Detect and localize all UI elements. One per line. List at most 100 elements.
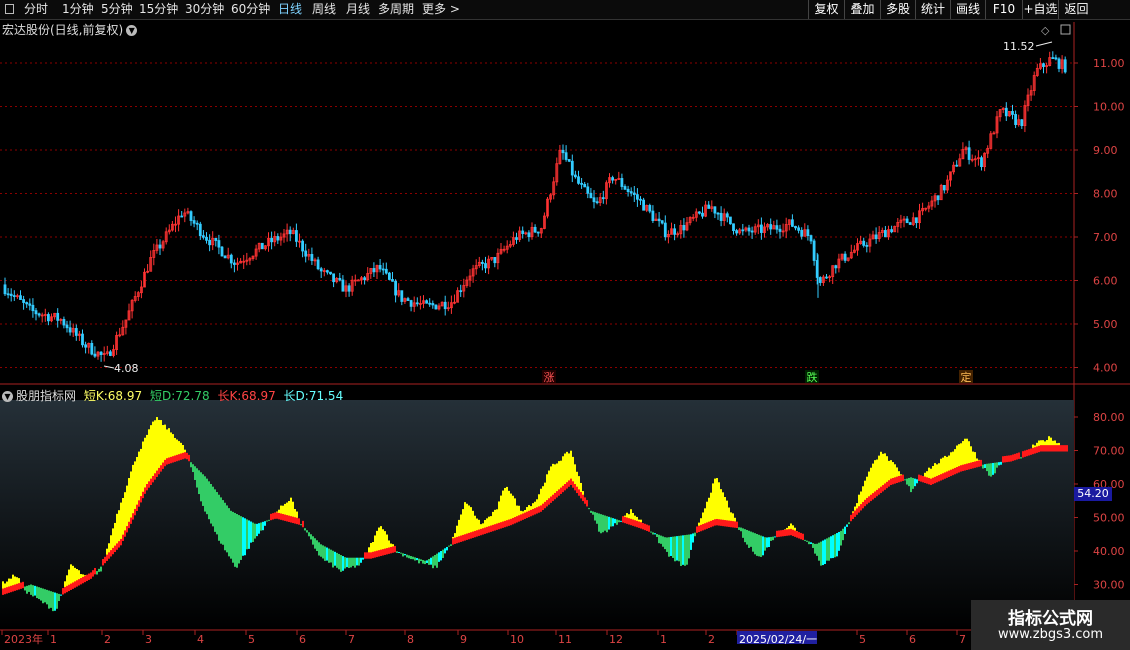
indicator-bar — [190, 462, 192, 468]
indicator-bar — [118, 510, 120, 547]
action-4[interactable]: 画线 — [950, 0, 985, 19]
indicator-bar — [450, 544, 452, 546]
candle-body — [223, 255, 227, 259]
long-k-band — [784, 529, 786, 537]
indicator-bar — [604, 515, 606, 531]
action-2[interactable]: 多股 — [880, 0, 915, 19]
action-5[interactable]: F10 — [985, 0, 1022, 19]
price-panel-title[interactable]: 宏达股份(日线,前复权) ▼ — [2, 21, 138, 38]
candle-body — [1014, 114, 1017, 125]
price-tick-label: 9.00 — [1093, 144, 1118, 157]
period-3[interactable]: 15分钟 — [139, 0, 178, 19]
period-9[interactable]: 多周期 — [378, 0, 414, 19]
candle-body — [214, 237, 218, 241]
candle-body — [25, 302, 29, 305]
long-k-band — [526, 511, 528, 519]
indicator-bar — [692, 533, 694, 543]
long-k-band — [638, 521, 640, 528]
time-label: 2023年 — [4, 632, 43, 646]
indicator-bar — [330, 549, 332, 563]
indicator-bar — [670, 536, 672, 556]
long-k-band — [1018, 452, 1020, 459]
indicator-bar — [338, 553, 340, 570]
period-2[interactable]: 5分钟 — [101, 0, 133, 19]
high-price-label: 11.52 — [1003, 40, 1035, 53]
long-k-band — [924, 476, 926, 483]
candle-body — [843, 253, 847, 261]
indicator-bar — [408, 555, 410, 559]
action-0[interactable]: 复权 — [808, 0, 844, 19]
candle-body — [431, 303, 435, 306]
period-0[interactable]: 分时 — [24, 0, 48, 19]
candle-body — [583, 183, 587, 188]
long-k-band — [922, 475, 924, 483]
long-k-band — [978, 460, 980, 467]
indicator-bar — [416, 558, 418, 561]
long-k-band — [562, 485, 564, 493]
long-k-band — [140, 496, 142, 503]
long-k-band — [76, 580, 78, 587]
action-1[interactable]: 叠加 — [844, 0, 880, 19]
chart-canvas[interactable]: 11.00 10.00 9.00 8.00 7.00 6.00 5.00 4.00 11.52 4… — [0, 0, 1130, 650]
action-6[interactable]: +自选 — [1022, 0, 1058, 19]
indicator-bar — [996, 462, 998, 468]
long-k-band — [560, 487, 562, 494]
long-k-band — [284, 514, 286, 521]
long-k-band — [576, 486, 578, 494]
action-3[interactable]: 统计 — [915, 0, 950, 19]
indicator-bar — [228, 508, 230, 557]
long-k-band — [144, 487, 146, 494]
price-grid: 11.00 10.00 9.00 8.00 7.00 6.00 5.00 4.00 — [0, 57, 1125, 375]
period-8[interactable]: 月线 — [346, 0, 370, 19]
time-label: 1 — [660, 633, 667, 646]
candle-body — [99, 351, 103, 355]
candle-body — [384, 268, 388, 274]
long-k-band — [962, 464, 964, 472]
time-label: 10 — [510, 633, 524, 646]
period-10[interactable]: 更多 > — [422, 0, 460, 19]
indicator-bar — [446, 546, 448, 551]
long-k-band — [716, 518, 718, 526]
period-5[interactable]: 60分钟 — [231, 0, 270, 19]
long-k-band — [394, 545, 396, 553]
chevron-down-icon[interactable]: ▼ — [126, 25, 138, 36]
candle-body — [195, 222, 199, 225]
indicator-name[interactable]: 股朋指标网 — [16, 389, 76, 403]
indicator-bar — [32, 585, 34, 597]
long-k-band — [462, 534, 464, 542]
long-k-band — [108, 552, 110, 559]
long-k-band — [186, 452, 188, 460]
candle-body — [701, 212, 704, 217]
candle-body — [484, 263, 487, 269]
candle-body — [229, 254, 233, 264]
long-k-band — [704, 523, 706, 530]
action-7[interactable]: 返回 — [1058, 0, 1094, 19]
candle-body — [527, 232, 531, 238]
price-tick-label: 10.00 — [1093, 101, 1125, 114]
time-label: 1 — [50, 633, 57, 646]
indicator-bar — [620, 520, 622, 522]
indicator-bar — [744, 529, 746, 543]
long-k-band — [390, 546, 392, 554]
candle-body — [93, 353, 97, 357]
window-icon[interactable] — [5, 4, 14, 14]
indicator-bar — [418, 558, 420, 564]
indicator-bar — [876, 459, 878, 496]
period-7[interactable]: 周线 — [312, 0, 336, 19]
period-4[interactable]: 30分钟 — [185, 0, 224, 19]
chevron-down-icon[interactable]: ▼ — [2, 391, 13, 402]
indicator-bar — [830, 536, 832, 559]
indicator-bar — [422, 560, 424, 564]
long-k-band — [802, 533, 804, 541]
candle-body — [400, 290, 404, 302]
long-d-value: 71.54 — [308, 389, 344, 403]
period-6[interactable]: 日线 — [278, 0, 302, 19]
long-k-band — [864, 499, 866, 507]
long-k-band — [722, 519, 724, 527]
candle-body — [980, 157, 983, 168]
long-k-band — [276, 512, 278, 519]
period-1[interactable]: 1分钟 — [62, 0, 94, 19]
candle-body — [884, 230, 887, 238]
candle-body — [1057, 58, 1061, 69]
long-k-band — [968, 463, 970, 470]
